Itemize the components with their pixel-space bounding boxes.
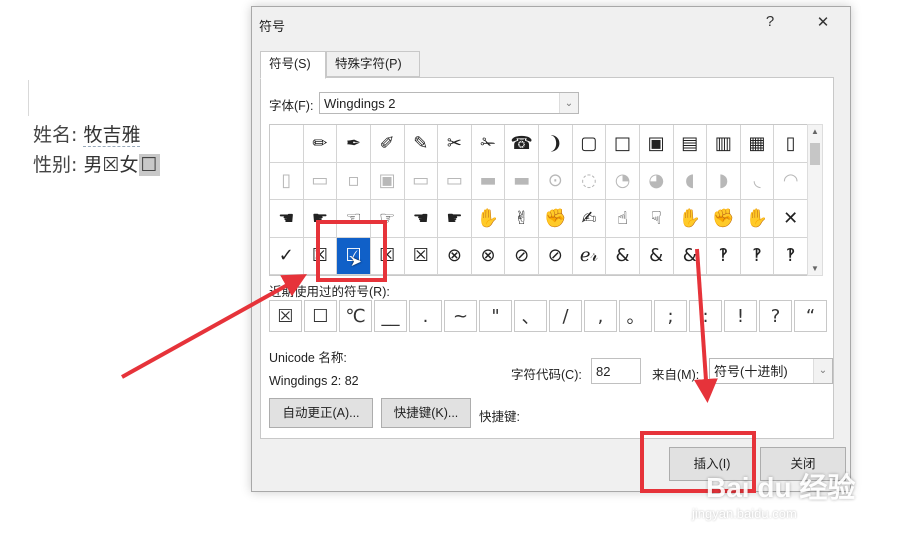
annotation-arrows xyxy=(121,248,718,403)
baidu-watermark: Bai du 经验 xyxy=(706,472,856,503)
tab-symbols[interactable]: 符号(S) xyxy=(260,51,326,79)
arrow-to-symbol xyxy=(121,274,307,379)
baidu-watermark-url: jingyan.baidu.com xyxy=(692,506,797,521)
arrow-to-insert xyxy=(693,248,718,403)
